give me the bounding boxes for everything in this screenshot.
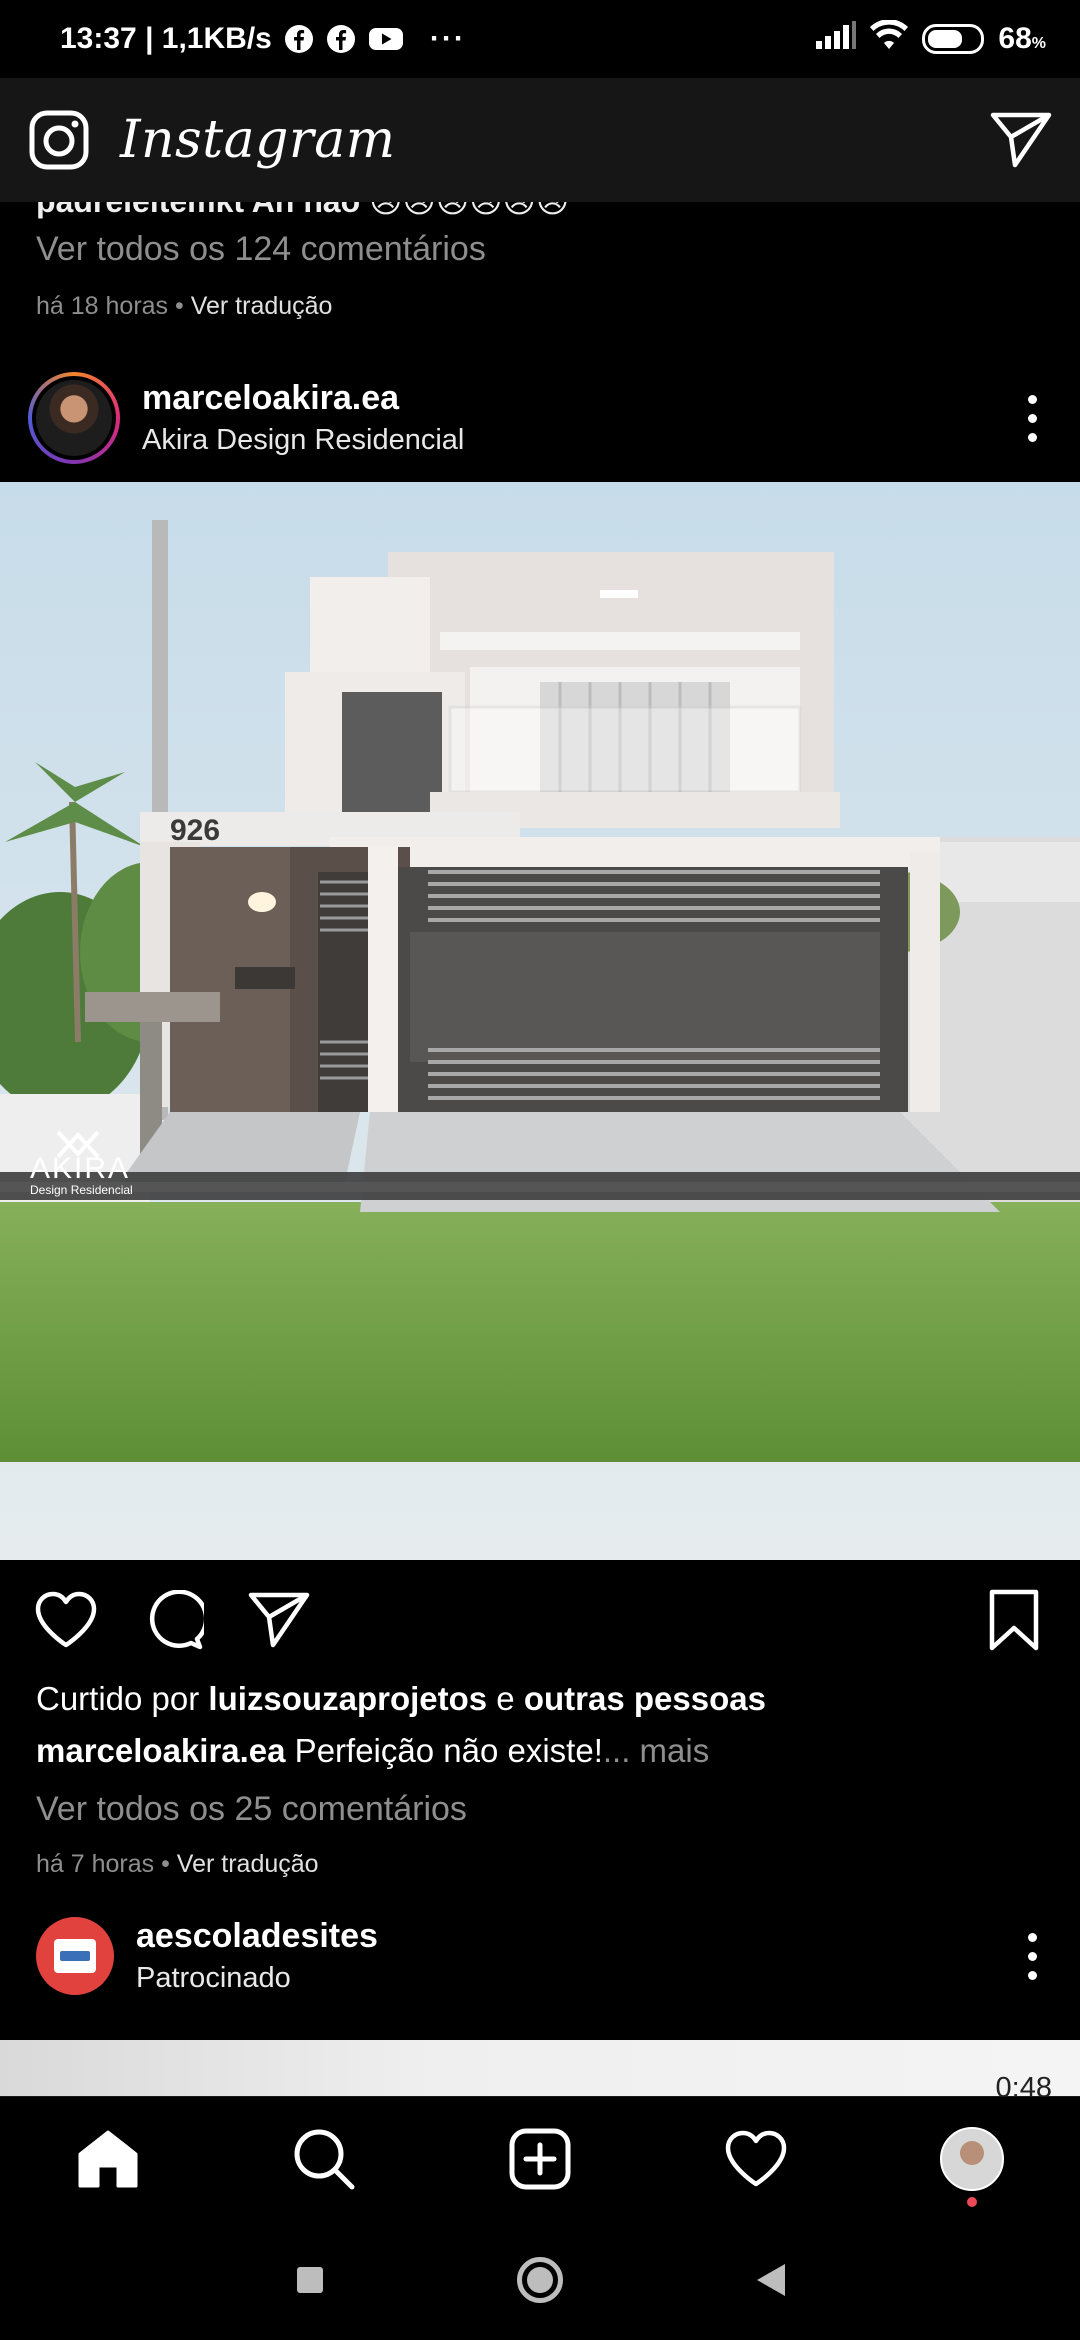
direct-message-icon[interactable] xyxy=(990,111,1052,169)
profile-avatar[interactable] xyxy=(940,2126,1004,2191)
sponsored-post-header: aescoladesites Patrocinado xyxy=(0,1896,1080,2016)
caption-more-link[interactable]: ... mais xyxy=(603,1732,709,1769)
sponsor-logo-icon xyxy=(54,1939,96,1973)
sponsored-label: Patrocinado xyxy=(136,1962,291,1994)
timestamp: há 18 horas xyxy=(36,292,169,320)
likes-middle: e xyxy=(487,1680,524,1717)
signal-icon xyxy=(816,21,857,57)
back-button[interactable] xyxy=(740,2250,800,2310)
view-all-comments-link[interactable]: Ver todos os 25 comentários xyxy=(36,1790,467,1829)
caption-text: Perfeição não existe! xyxy=(285,1732,603,1769)
post-header: marceloakira.ea Akira Design Residencial xyxy=(0,358,1080,478)
likes-prefix: Curtido por xyxy=(36,1680,209,1717)
save-icon[interactable] xyxy=(988,1588,1040,1652)
post-username[interactable]: marceloakira.ea xyxy=(142,379,464,418)
avatar-border xyxy=(32,376,116,460)
sponsor-username[interactable]: aescoladesites xyxy=(136,1917,378,1956)
avatar[interactable] xyxy=(36,380,112,456)
new-post-icon[interactable] xyxy=(480,2099,600,2219)
app-header: Instagram xyxy=(0,78,1080,202)
bottom-navigation xyxy=(0,2096,1080,2220)
battery-percentage: 68% xyxy=(998,22,1046,56)
more-options-icon[interactable] xyxy=(1012,1932,1052,1980)
liked-by-user[interactable]: luizsouzaprojetos xyxy=(208,1680,487,1717)
back-icon xyxy=(757,2264,785,2296)
battery-icon xyxy=(922,24,985,54)
liked-by-others[interactable]: outras pessoas xyxy=(524,1680,766,1717)
status-time: 13:37 | 1,1KB/s xyxy=(60,22,272,55)
timestamp: há 7 horas xyxy=(36,1850,155,1878)
status-left: 13:37 | 1,1KB/s ··· xyxy=(60,22,466,56)
caption-username[interactable]: marceloakira.ea xyxy=(36,1732,286,1769)
previous-post-timestamp: há 18 horas • Ver tradução xyxy=(36,292,332,321)
post-subtitle[interactable]: Akira Design Residencial xyxy=(142,424,464,457)
story-ring[interactable] xyxy=(28,372,120,464)
status-bar: 13:37 | 1,1KB/s ··· 68% xyxy=(0,0,1080,78)
house-number: 926 xyxy=(170,814,220,847)
camera-icon[interactable] xyxy=(28,109,90,171)
instagram-logo: Instagram xyxy=(120,110,396,170)
see-translation-link[interactable]: Ver tradução xyxy=(177,1850,319,1878)
akira-brand-sub: Design Residencial xyxy=(30,1183,133,1197)
battery-unit: % xyxy=(1031,35,1046,52)
sponsored-video[interactable]: 0:48 xyxy=(0,2040,1080,2096)
home-button[interactable] xyxy=(510,2250,570,2310)
separator: • xyxy=(154,1850,177,1878)
post-author-info: marceloakira.ea Akira Design Residencial xyxy=(142,379,464,457)
home-circle-icon xyxy=(517,2257,563,2303)
status-more: ··· xyxy=(429,22,466,55)
post-image[interactable]: 926 AKIRA Design Residencial xyxy=(0,482,1080,1560)
battery-level xyxy=(928,30,963,48)
recents-button[interactable] xyxy=(280,2250,340,2310)
house-illustration: 926 AKIRA Design Residencial xyxy=(0,482,1080,1560)
share-icon[interactable] xyxy=(248,1591,310,1649)
previous-post-caption: padreleitemkt Ah não 😢😢😢😢😢😢 xyxy=(36,202,569,220)
likes-summary[interactable]: Curtido por luizsouzaprojetos e outras p… xyxy=(36,1680,766,1718)
more-options-icon[interactable] xyxy=(1012,394,1052,442)
comment-icon[interactable] xyxy=(142,1590,204,1650)
activity-icon[interactable] xyxy=(696,2099,816,2219)
wifi-icon xyxy=(870,19,909,58)
recents-icon xyxy=(297,2267,323,2293)
system-navigation-bar xyxy=(0,2220,1080,2340)
sponsor-avatar[interactable] xyxy=(36,1917,114,1995)
facebook-icon xyxy=(326,24,356,54)
view-all-comments-link[interactable]: Ver todos os 124 comentários xyxy=(36,230,486,269)
profile-tab[interactable] xyxy=(912,2099,1032,2219)
akira-brand: AKIRA xyxy=(30,1152,130,1185)
search-icon[interactable] xyxy=(264,2099,384,2219)
feed[interactable]: padreleitemkt Ah não 😢😢😢😢😢😢 Ver todos os… xyxy=(0,202,1080,2096)
facebook-icon xyxy=(284,24,314,54)
home-icon[interactable] xyxy=(48,2099,168,2219)
status-right: 68% xyxy=(816,19,1046,58)
sponsor-info: aescoladesites Patrocinado xyxy=(136,1917,378,1995)
see-translation-link[interactable]: Ver tradução xyxy=(191,292,333,320)
post-actions xyxy=(0,1570,1080,1670)
video-duration: 0:48 xyxy=(995,2072,1052,2096)
post-caption: marceloakira.ea Perfeição não existe!...… xyxy=(36,1732,709,1770)
like-icon[interactable] xyxy=(34,1591,98,1649)
post-timestamp: há 7 horas • Ver tradução xyxy=(36,1850,319,1879)
separator: • xyxy=(168,292,191,320)
notification-dot xyxy=(967,2196,977,2207)
youtube-icon xyxy=(368,24,404,54)
battery-value: 68 xyxy=(998,22,1032,55)
